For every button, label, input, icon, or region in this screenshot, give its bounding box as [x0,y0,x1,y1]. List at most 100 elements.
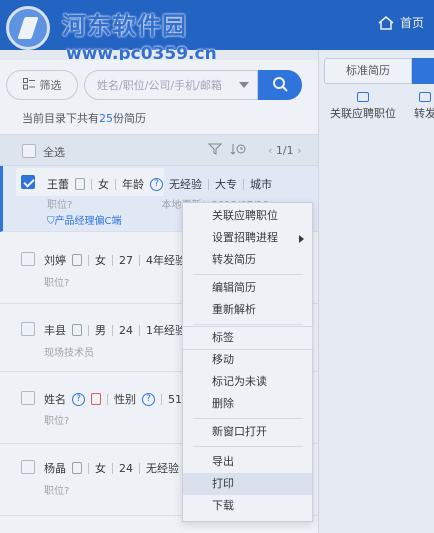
row-summary: 杨晶 女 24 无经验 [44,460,179,476]
submenu-arrow-icon [299,235,304,243]
candidate-experience: 1年经验 [146,324,186,337]
menu-divider [193,274,303,275]
candidate-gender: 女 [95,462,106,475]
tab-original-resume[interactable] [412,58,434,84]
menu-label: 编辑简历 [212,281,256,294]
count-suffix: 份简历 [113,112,146,125]
candidate-name: 刘婷 [44,254,66,267]
watermark-site-name: 河东软件园 [62,12,187,40]
candidate-age: 51 [168,392,182,406]
candidate-position: 职位? [44,486,70,497]
menu-label: 标记为未读 [212,375,267,388]
menu-item-delete[interactable]: 删除 [183,393,312,415]
menu-label: 关联应聘职位 [212,209,278,222]
row-summary: 王蕾 女 年龄 ? 无经验 大专 城市 [47,176,272,192]
menu-divider [193,446,303,447]
search-box [84,70,258,100]
list-header: 全选 ‹ 1/1 › [0,134,318,166]
phone-icon [72,324,82,336]
phone-icon [72,462,82,474]
home-icon [378,15,394,30]
prev-page-icon[interactable]: ‹ [268,144,272,157]
help-icon[interactable]: ? [150,177,163,191]
menu-item-reparse[interactable]: 重新解析 [183,299,312,321]
menu-label: 下载 [212,499,234,512]
filter-label: 筛选 [39,79,62,92]
sort-time-icon[interactable] [230,143,246,158]
candidate-name: 丰县 [44,324,66,337]
menu-item-forward-resume[interactable]: 转发简历 [183,249,312,271]
home-label: 首页 [399,16,424,30]
candidate-position: 职位? [44,278,70,289]
context-menu: 关联应聘职位 设置招聘进程 转发简历 编辑简历 重新解析 标签 移动 标记为未读… [182,202,313,522]
phone-icon [72,254,82,266]
menu-item-recruit-process[interactable]: 设置招聘进程 [183,227,312,249]
candidate-position: 职位? [44,416,70,427]
menu-label: 打印 [212,477,234,490]
select-all-checkbox[interactable] [22,144,36,158]
phone-icon [91,393,101,405]
count-number: 25 [99,112,113,125]
chevron-down-icon[interactable] [239,82,249,88]
search-icon [272,76,288,95]
menu-label: 删除 [212,397,234,410]
menu-divider [193,324,303,325]
pager: ‹ 1/1 › [268,144,302,157]
filter-icon [22,77,35,93]
menu-item-tag[interactable]: 标签 [182,326,313,350]
filter-icon[interactable] [207,143,223,158]
candidate-age: 24 [119,461,133,475]
forward-button[interactable]: 转发 [414,92,434,121]
forward-label: 转发 [414,107,434,120]
top-bar: 河东软件园 www.pc0359.cn 首页 [0,0,434,64]
next-page-icon[interactable]: › [297,144,301,157]
row-summary: 姓名 ? 性别 ? 51 [44,391,182,407]
count-prefix: 当前目录下共有 [22,112,99,125]
menu-item-open-new-window[interactable]: 新窗口打开 [183,421,312,443]
candidate-experience: 4年经验 [146,254,186,267]
help-icon[interactable]: ? [142,392,155,406]
candidate-gender: 性别 [114,393,136,406]
candidate-position: 职位? [47,200,73,211]
row-checkbox[interactable] [21,322,35,336]
menu-item-print[interactable]: 打印 [183,473,312,495]
menu-label: 导出 [212,455,234,468]
menu-label: 重新解析 [212,303,256,316]
candidate-name: 姓名 [44,393,66,406]
row-checkbox[interactable] [21,252,35,266]
link-job-button[interactable]: 关联应聘职位 [330,92,396,121]
row-tag: ⛉产品经理偏C端 [47,212,121,227]
menu-divider [193,418,303,419]
candidate-experience: 无经验 [146,462,179,475]
search-button[interactable] [258,70,302,100]
resume-count: 当前目录下共有25份简历 [22,110,146,126]
menu-label: 移动 [212,353,234,366]
menu-item-edit-resume[interactable]: 编辑简历 [183,277,312,299]
candidate-gender: 女 [98,178,109,191]
row-checkbox[interactable] [21,460,35,474]
menu-item-download[interactable]: 下载 [183,495,312,517]
candidate-name: 杨晶 [44,462,66,475]
row-checkbox[interactable] [21,391,35,405]
candidate-gender: 男 [95,324,106,337]
menu-item-mark-unread[interactable]: 标记为未读 [183,371,312,393]
tag-label: 产品经理偏C端 [54,216,122,227]
select-all-label: 全选 [43,146,65,159]
tag-icon: ⛉ [47,216,55,227]
candidate-age: 年龄 [122,178,144,191]
help-icon[interactable]: ? [72,392,85,406]
row-checkbox[interactable] [21,175,35,189]
candidate-gender: 女 [95,254,106,267]
header-tools [207,143,246,158]
candidate-position: 现场技术员 [44,348,94,359]
tab-standard-resume[interactable]: 标准简历 [324,58,412,84]
filter-button[interactable]: 筛选 [6,70,78,100]
search-input[interactable] [85,71,235,99]
home-button[interactable]: 首页 [378,14,424,31]
menu-item-move[interactable]: 移动 [183,349,312,371]
candidate-experience: 无经验 [169,178,202,191]
link-job-label: 关联应聘职位 [330,107,396,120]
row-summary: 丰县 男 24 1年经验 [44,322,186,338]
menu-item-link-job[interactable]: 关联应聘职位 [183,205,312,227]
menu-item-export[interactable]: 导出 [183,451,312,473]
